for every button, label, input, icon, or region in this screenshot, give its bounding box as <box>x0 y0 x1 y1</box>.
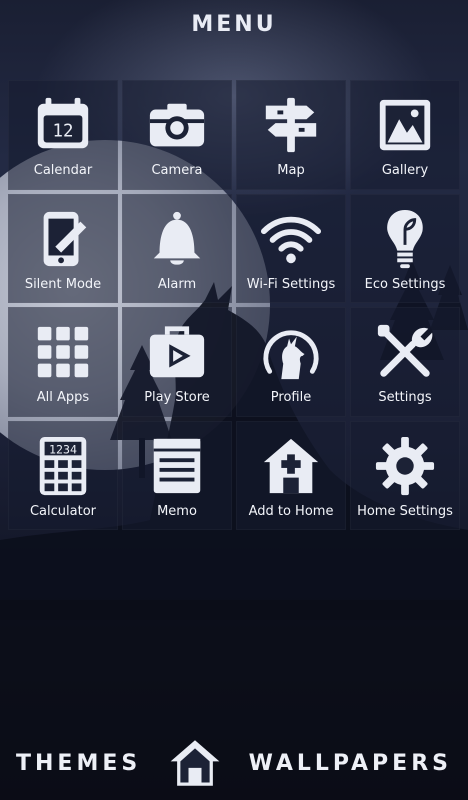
tile-gallery[interactable]: Gallery <box>350 80 460 190</box>
tile-settings[interactable]: Settings <box>350 307 460 417</box>
tile-label: Play Store <box>144 390 210 405</box>
play-store-bag-icon <box>145 320 209 384</box>
tile-camera[interactable]: Camera <box>122 80 232 190</box>
calendar-icon: 12 <box>31 93 95 157</box>
tile-label: Calendar <box>33 163 93 178</box>
tile-label: Home Settings <box>357 503 453 519</box>
tile-play-store[interactable]: Play Store <box>122 307 232 417</box>
tile-label: Memo <box>157 503 197 519</box>
tile-label: Gallery <box>381 163 429 178</box>
tile-label: Add to Home <box>248 503 334 519</box>
gear-icon <box>373 434 437 498</box>
wolf-profile-icon <box>259 320 323 384</box>
tile-label: Profile <box>270 390 312 405</box>
tile-profile[interactable]: Profile <box>236 307 346 417</box>
tile-eco-settings[interactable]: Eco Settings <box>350 193 460 303</box>
tools-icon <box>373 320 437 384</box>
tile-calendar[interactable]: 12 Calendar <box>8 80 118 190</box>
tile-label: Eco Settings <box>364 276 446 292</box>
gallery-icon <box>373 93 437 157</box>
silent-phone-icon <box>31 207 95 271</box>
tile-home-settings[interactable]: Home Settings <box>350 420 460 530</box>
tile-label: Settings <box>378 390 432 405</box>
tile-label: Silent Mode <box>24 276 102 292</box>
memo-icon <box>145 434 209 498</box>
tile-label: Camera <box>151 163 203 178</box>
apps-grid-icon <box>31 320 95 384</box>
bell-icon <box>145 207 209 271</box>
tile-calculator[interactable]: 1234 Calculator <box>8 420 118 530</box>
calculator-icon: 1234 <box>31 434 95 498</box>
tile-all-apps[interactable]: All Apps <box>8 307 118 417</box>
tile-silent-mode[interactable]: Silent Mode <box>8 193 118 303</box>
menu-title: MENU <box>191 12 277 37</box>
tile-label: Wi-Fi Settings <box>246 276 336 292</box>
tile-add-to-home[interactable]: Add to Home <box>236 420 346 530</box>
signpost-icon <box>259 93 323 157</box>
tile-memo[interactable]: Memo <box>122 420 232 530</box>
tile-alarm[interactable]: Alarm <box>122 193 232 303</box>
home-button[interactable] <box>166 734 224 792</box>
tile-map[interactable]: Map <box>236 80 346 190</box>
wifi-icon <box>259 207 323 271</box>
lightbulb-icon <box>373 207 437 271</box>
wallpapers-link[interactable]: WALLPAPERS <box>249 751 452 776</box>
app-grid: 12 Calendar Camera Map Gallery Silent Mo… <box>8 80 460 530</box>
add-home-icon <box>259 434 323 498</box>
tile-label: All Apps <box>36 390 90 405</box>
home-icon <box>170 740 220 786</box>
tile-label: Calculator <box>29 503 96 519</box>
camera-icon <box>145 93 209 157</box>
themes-link[interactable]: THEMES <box>16 751 141 776</box>
svg-text:12: 12 <box>53 122 74 142</box>
tile-wifi-settings[interactable]: Wi-Fi Settings <box>236 193 346 303</box>
svg-text:1234: 1234 <box>49 442 77 456</box>
tile-label: Alarm <box>157 276 197 292</box>
tile-label: Map <box>277 163 305 178</box>
bottom-bar: THEMES WALLPAPERS <box>0 726 468 800</box>
